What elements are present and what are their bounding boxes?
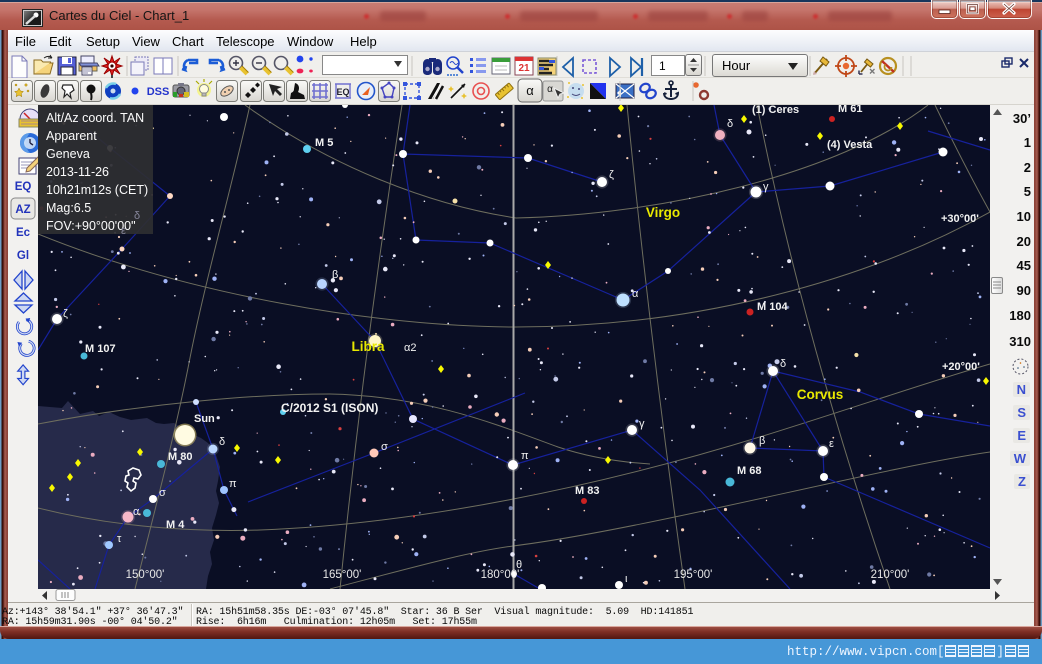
svg-text:ε: ε (121, 225, 126, 237)
svg-text:10h21m12s (CET): 10h21m12s (CET) (46, 183, 148, 197)
svg-text:21: 21 (518, 63, 530, 74)
svg-text:Corvus: Corvus (797, 387, 844, 402)
svg-text:165°00': 165°00' (323, 569, 362, 581)
svg-text:γ: γ (639, 418, 645, 430)
svg-text:Libra: Libra (351, 339, 384, 354)
svg-text:M 80: M 80 (168, 451, 192, 463)
svg-text:σ: σ (159, 487, 166, 499)
svg-text:Apparent: Apparent (46, 129, 97, 143)
svg-text:Geneva: Geneva (46, 147, 90, 161)
svg-text:M 104: M 104 (757, 301, 788, 313)
svg-text:2013-11-26: 2013-11-26 (46, 165, 109, 179)
svg-text:C/2012 S1 (ISON): C/2012 S1 (ISON) (281, 401, 378, 415)
svg-text:Gl: Gl (17, 250, 29, 262)
svg-text:M 61: M 61 (838, 105, 862, 115)
svg-text:δ: δ (219, 436, 225, 448)
svg-text:195°00': 195°00' (674, 569, 713, 581)
svg-text:(1) Ceres: (1) Ceres (752, 105, 799, 116)
svg-text:+20°00': +20°00' (942, 361, 980, 373)
svg-text:EQ: EQ (15, 181, 32, 193)
svg-text:Ec: Ec (16, 227, 31, 239)
svg-text:M 5: M 5 (315, 137, 333, 149)
svg-text:AZ: AZ (15, 204, 30, 216)
svg-text:EQ: EQ (336, 87, 349, 97)
svg-text:γ: γ (763, 181, 769, 193)
svg-text:π: π (229, 478, 237, 490)
svg-text:M 68: M 68 (737, 465, 761, 477)
svg-text:δ: δ (780, 358, 786, 370)
svg-text:ε: ε (829, 438, 834, 450)
svg-text:β: β (332, 269, 338, 281)
svg-text:Sun: Sun (194, 413, 215, 425)
svg-text:α2: α2 (404, 342, 416, 354)
svg-text:π: π (521, 450, 529, 462)
svg-text:M 83: M 83 (575, 485, 599, 497)
svg-text:α: α (547, 84, 553, 95)
svg-text:α: α (632, 288, 639, 300)
svg-text:τ: τ (117, 533, 122, 545)
svg-text:α: α (133, 506, 140, 518)
svg-text:210°00': 210°00' (871, 569, 910, 581)
svg-text:150°00': 150°00' (126, 569, 165, 581)
svg-text:M 4: M 4 (166, 519, 185, 531)
svg-text:σ: σ (381, 441, 388, 453)
svg-text:180°00': 180°00' (481, 569, 520, 581)
svg-text:β: β (759, 435, 765, 447)
svg-text:Mag:6.5: Mag:6.5 (46, 201, 91, 215)
svg-text:δ: δ (727, 118, 733, 130)
svg-text:ζ: ζ (609, 169, 614, 181)
svg-text:M 107: M 107 (85, 343, 116, 355)
svg-text:Virgo: Virgo (646, 205, 680, 220)
svg-text:ζ: ζ (63, 308, 68, 320)
svg-text:+30°00': +30°00' (941, 213, 979, 225)
svg-text:α: α (526, 83, 534, 98)
svg-text:DSS: DSS (147, 86, 170, 98)
svg-text:δ: δ (134, 210, 140, 222)
svg-text:(4) Vesta: (4) Vesta (827, 139, 873, 151)
svg-text:Alt/Az coord. TAN: Alt/Az coord. TAN (46, 111, 144, 125)
